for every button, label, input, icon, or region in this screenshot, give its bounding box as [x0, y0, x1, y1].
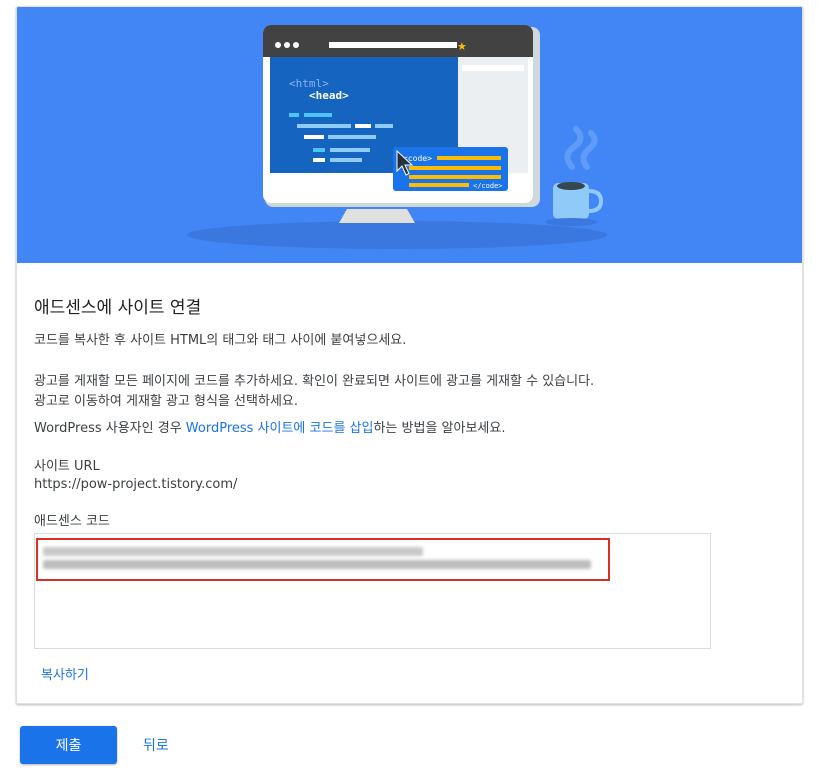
- code-close-tag: </code>: [473, 182, 503, 190]
- monitor-code-illustration: ★ <html> <head> <code> </code>: [187, 25, 607, 249]
- browser-bar: [263, 25, 533, 57]
- site-url-value: https://pow-project.tistory.com/: [34, 477, 238, 492]
- instruction-text: 코드를 복사한 후 사이트 HTML의 태그와 태그 사이에 붙여넣으세요.: [34, 333, 407, 348]
- wordpress-help-text: WordPress 사용자인 경우 WordPress 사이트에 코드를 삽입하…: [34, 419, 505, 439]
- back-button[interactable]: 뒤로: [143, 735, 169, 755]
- submit-button[interactable]: 제출: [20, 726, 117, 764]
- page-title: 애드센스에 사이트 연결: [34, 298, 202, 318]
- adsense-code-label: 애드센스 코드: [34, 514, 110, 529]
- site-url-label: 사이트 URL: [34, 459, 100, 474]
- steam-shape: [580, 130, 598, 170]
- adsense-code-box[interactable]: [34, 533, 711, 649]
- redacted-code-line: [43, 560, 591, 569]
- browser-dot-icon: [293, 42, 299, 48]
- hero-illustration: ★ <html> <head> <code> </code>: [17, 7, 802, 263]
- coffee-surface: [557, 182, 585, 190]
- redacted-code-line: [43, 547, 423, 556]
- shadow-shape: [187, 221, 607, 249]
- code-line: [297, 124, 351, 128]
- code-line: [313, 158, 325, 162]
- mug-handle: [588, 189, 604, 213]
- code-line: [330, 158, 362, 162]
- code-line: [304, 113, 332, 117]
- code-line: [289, 113, 299, 117]
- code-line: [330, 148, 370, 152]
- paragraph-line-2: 광고로 이동하여 게재할 광고 형식을 선택하세요.: [34, 394, 298, 409]
- code-line: [375, 124, 393, 128]
- mug-shadow: [545, 218, 597, 226]
- code-highlight-line: [437, 156, 501, 160]
- code-highlight-line: [409, 175, 501, 179]
- code-line: [313, 148, 325, 152]
- monitor-stand: [339, 209, 415, 223]
- code-highlight-line: [409, 166, 501, 170]
- wordpress-suffix: 하는 방법을 알아보세요.: [373, 421, 506, 436]
- steam-shape: [564, 126, 584, 170]
- wordpress-insert-link[interactable]: WordPress 사이트에 코드를 삽입: [186, 421, 374, 436]
- paragraph-line-1: 광고를 게재할 모든 페이지에 코드를 추가하세요. 확인이 완료되면 사이트에…: [34, 374, 595, 389]
- wordpress-prefix: WordPress 사용자인 경우: [34, 421, 186, 436]
- browser-dot-icon: [284, 42, 290, 48]
- copy-button[interactable]: 복사하기: [41, 664, 89, 683]
- address-bar: [329, 42, 457, 48]
- code-line: [328, 135, 376, 139]
- code-highlight-line: [409, 183, 469, 187]
- star-icon: ★: [457, 40, 467, 53]
- code-line: [355, 124, 371, 128]
- connect-site-card: ★ <html> <head> <code> </code> 애드센스에 사이트…: [16, 6, 803, 704]
- side-panel-line: [462, 65, 524, 71]
- browser-dot-icon: [275, 42, 281, 48]
- code-head-tag: <head>: [309, 89, 349, 102]
- code-line: [304, 135, 324, 139]
